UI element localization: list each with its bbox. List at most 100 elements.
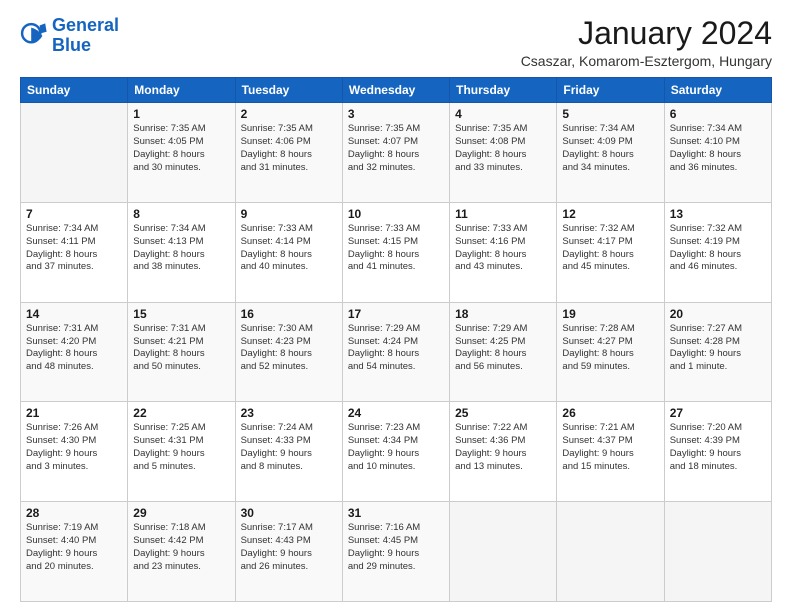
day-number: 11	[455, 207, 551, 221]
day-number: 10	[348, 207, 444, 221]
day-number: 13	[670, 207, 766, 221]
day-info: Sunrise: 7:28 AMSunset: 4:27 PMDaylight:…	[562, 323, 658, 374]
calendar-header: SundayMondayTuesdayWednesdayThursdayFrid…	[21, 78, 772, 103]
calendar-cell: 4 Sunrise: 7:35 AMSunset: 4:08 PMDaylight…	[450, 103, 557, 203]
day-number: 6	[670, 107, 766, 121]
day-number: 9	[241, 207, 337, 221]
logo-text-line2: Blue	[52, 36, 119, 56]
day-number: 16	[241, 307, 337, 321]
page: General Blue January 2024 Csaszar, Komar…	[0, 0, 792, 612]
weekday-wednesday: Wednesday	[342, 78, 449, 103]
day-info: Sunrise: 7:33 AMSunset: 4:14 PMDaylight:…	[241, 223, 337, 274]
week-row-3: 14Sunrise: 7:31 AMSunset: 4:20 PMDayligh…	[21, 302, 772, 402]
calendar-cell	[664, 502, 771, 602]
day-number: 26	[562, 406, 658, 420]
logo: General Blue	[20, 16, 119, 56]
day-number: 7	[26, 207, 122, 221]
day-number: 23	[241, 406, 337, 420]
calendar-cell: 11 Sunrise: 7:33 AMSunset: 4:16 PMDayligh…	[450, 202, 557, 302]
day-info: Sunrise: 7:35 AMSunset: 4:05 PMDaylight:…	[133, 123, 229, 174]
calendar-cell: 6 Sunrise: 7:34 AMSunset: 4:10 PMDaylight…	[664, 103, 771, 203]
day-info: Sunrise: 7:34 AMSunset: 4:09 PMDaylight:…	[562, 123, 658, 174]
day-info: Sunrise: 7:29 AMSunset: 4:24 PMDaylight:…	[348, 323, 444, 374]
day-info: Sunrise: 7:27 AMSunset: 4:28 PMDaylight:…	[670, 323, 766, 374]
calendar-cell: 23 Sunrise: 7:24 AMSunset: 4:33 PMDayligh…	[235, 402, 342, 502]
day-info: Sunrise: 7:32 AMSunset: 4:19 PMDaylight:…	[670, 223, 766, 274]
day-number: 21	[26, 406, 122, 420]
calendar-cell: 17 Sunrise: 7:29 AMSunset: 4:24 PMDayligh…	[342, 302, 449, 402]
calendar-cell: 29 Sunrise: 7:18 AMSunset: 4:42 PMDayligh…	[128, 502, 235, 602]
day-info: Sunrise: 7:22 AMSunset: 4:36 PMDaylight:…	[455, 422, 551, 473]
calendar-cell: 12 Sunrise: 7:32 AMSunset: 4:17 PMDayligh…	[557, 202, 664, 302]
week-row-4: 21 Sunrise: 7:26 AMSunset: 4:30 PMDayligh…	[21, 402, 772, 502]
calendar-cell: 31 Sunrise: 7:16 AMSunset: 4:45 PMDayligh…	[342, 502, 449, 602]
day-info: Sunrise: 7:18 AMSunset: 4:42 PMDaylight:…	[133, 522, 229, 573]
day-info: Sunrise: 7:33 AMSunset: 4:15 PMDaylight:…	[348, 223, 444, 274]
calendar-body: 1 Sunrise: 7:35 AMSunset: 4:05 PMDaylight…	[21, 103, 772, 602]
day-info: Sunrise: 7:35 AMSunset: 4:06 PMDaylight:…	[241, 123, 337, 174]
calendar-cell	[21, 103, 128, 203]
calendar-cell: 26 Sunrise: 7:21 AMSunset: 4:37 PMDayligh…	[557, 402, 664, 502]
calendar-cell: 3 Sunrise: 7:35 AMSunset: 4:07 PMDaylight…	[342, 103, 449, 203]
day-number: 24	[348, 406, 444, 420]
day-number: 17	[348, 307, 444, 321]
week-row-1: 1 Sunrise: 7:35 AMSunset: 4:05 PMDaylight…	[21, 103, 772, 203]
calendar-cell: 7 Sunrise: 7:34 AMSunset: 4:11 PMDaylight…	[21, 202, 128, 302]
day-number: 5	[562, 107, 658, 121]
day-info: Sunrise: 7:35 AMSunset: 4:08 PMDaylight:…	[455, 123, 551, 174]
weekday-sunday: Sunday	[21, 78, 128, 103]
day-number: 28	[26, 506, 122, 520]
calendar-cell: 13 Sunrise: 7:32 AMSunset: 4:19 PMDayligh…	[664, 202, 771, 302]
weekday-saturday: Saturday	[664, 78, 771, 103]
day-number: 29	[133, 506, 229, 520]
weekday-tuesday: Tuesday	[235, 78, 342, 103]
logo-icon	[20, 22, 48, 50]
calendar-cell: 18Sunrise: 7:29 AMSunset: 4:25 PMDayligh…	[450, 302, 557, 402]
calendar-cell: 14Sunrise: 7:31 AMSunset: 4:20 PMDayligh…	[21, 302, 128, 402]
calendar-cell: 27Sunrise: 7:20 AMSunset: 4:39 PMDayligh…	[664, 402, 771, 502]
calendar-cell: 21 Sunrise: 7:26 AMSunset: 4:30 PMDayligh…	[21, 402, 128, 502]
header: General Blue January 2024 Csaszar, Komar…	[20, 16, 772, 69]
calendar-table: SundayMondayTuesdayWednesdayThursdayFrid…	[20, 77, 772, 602]
week-row-2: 7 Sunrise: 7:34 AMSunset: 4:11 PMDaylight…	[21, 202, 772, 302]
day-info: Sunrise: 7:16 AMSunset: 4:45 PMDaylight:…	[348, 522, 444, 573]
calendar-cell: 15 Sunrise: 7:31 AMSunset: 4:21 PMDayligh…	[128, 302, 235, 402]
weekday-thursday: Thursday	[450, 78, 557, 103]
day-info: Sunrise: 7:30 AMSunset: 4:23 PMDaylight:…	[241, 323, 337, 374]
weekday-friday: Friday	[557, 78, 664, 103]
day-number: 20	[670, 307, 766, 321]
day-number: 12	[562, 207, 658, 221]
day-number: 31	[348, 506, 444, 520]
calendar-cell: 25Sunrise: 7:22 AMSunset: 4:36 PMDayligh…	[450, 402, 557, 502]
day-info: Sunrise: 7:21 AMSunset: 4:37 PMDaylight:…	[562, 422, 658, 473]
calendar-cell: 8 Sunrise: 7:34 AMSunset: 4:13 PMDaylight…	[128, 202, 235, 302]
day-number: 30	[241, 506, 337, 520]
calendar-cell: 19 Sunrise: 7:28 AMSunset: 4:27 PMDayligh…	[557, 302, 664, 402]
day-info: Sunrise: 7:31 AMSunset: 4:21 PMDaylight:…	[133, 323, 229, 374]
day-number: 3	[348, 107, 444, 121]
day-number: 19	[562, 307, 658, 321]
calendar-cell: 1 Sunrise: 7:35 AMSunset: 4:05 PMDaylight…	[128, 103, 235, 203]
calendar-cell: 28Sunrise: 7:19 AMSunset: 4:40 PMDayligh…	[21, 502, 128, 602]
day-info: Sunrise: 7:34 AMSunset: 4:10 PMDaylight:…	[670, 123, 766, 174]
day-number: 14	[26, 307, 122, 321]
weekday-monday: Monday	[128, 78, 235, 103]
day-info: Sunrise: 7:34 AMSunset: 4:11 PMDaylight:…	[26, 223, 122, 274]
day-info: Sunrise: 7:24 AMSunset: 4:33 PMDaylight:…	[241, 422, 337, 473]
day-info: Sunrise: 7:32 AMSunset: 4:17 PMDaylight:…	[562, 223, 658, 274]
day-number: 15	[133, 307, 229, 321]
day-number: 4	[455, 107, 551, 121]
day-number: 22	[133, 406, 229, 420]
calendar-cell	[450, 502, 557, 602]
week-row-5: 28Sunrise: 7:19 AMSunset: 4:40 PMDayligh…	[21, 502, 772, 602]
day-info: Sunrise: 7:26 AMSunset: 4:30 PMDaylight:…	[26, 422, 122, 473]
day-info: Sunrise: 7:34 AMSunset: 4:13 PMDaylight:…	[133, 223, 229, 274]
calendar-cell: 2 Sunrise: 7:35 AMSunset: 4:06 PMDaylight…	[235, 103, 342, 203]
day-info: Sunrise: 7:35 AMSunset: 4:07 PMDaylight:…	[348, 123, 444, 174]
calendar-title: January 2024	[521, 16, 772, 51]
day-number: 2	[241, 107, 337, 121]
day-number: 8	[133, 207, 229, 221]
calendar-cell: 5 Sunrise: 7:34 AMSunset: 4:09 PMDaylight…	[557, 103, 664, 203]
day-number: 1	[133, 107, 229, 121]
day-info: Sunrise: 7:33 AMSunset: 4:16 PMDaylight:…	[455, 223, 551, 274]
